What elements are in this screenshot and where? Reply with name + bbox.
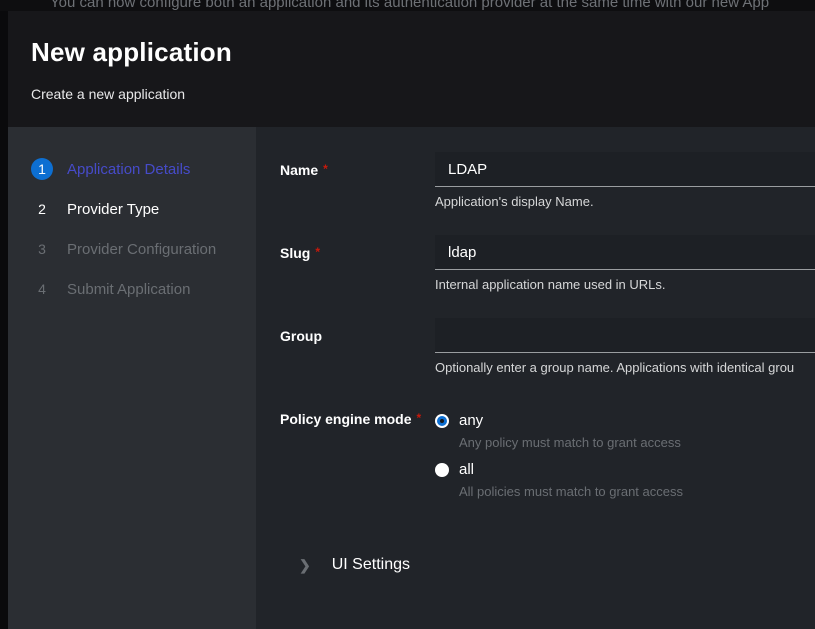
radio-any-label[interactable]: any (459, 412, 483, 429)
policy-engine-mode-options: any Any policy must match to grant acces… (435, 401, 815, 510)
application-details-form: Name * Application's display Name. Slug * … (256, 127, 815, 629)
name-input[interactable] (435, 152, 815, 187)
step-4-indicator: 4 (31, 278, 53, 300)
group-field-row: Group Optionally enter a group name. App… (280, 318, 815, 375)
group-input[interactable] (435, 318, 815, 353)
group-label: Group (280, 318, 435, 375)
slug-label-text: Slug (280, 245, 310, 261)
step-provider-type[interactable]: 2 Provider Type (8, 189, 256, 229)
policy-option-any: any Any policy must match to grant acces… (435, 412, 815, 450)
slug-label: Slug * (280, 235, 435, 292)
slug-required-asterisk: * (315, 245, 320, 259)
radio-any-line: any (435, 412, 815, 429)
group-help: Optionally enter a group name. Applicati… (435, 360, 815, 375)
slug-input[interactable] (435, 235, 815, 270)
step-3-label: Provider Configuration (67, 241, 216, 258)
slug-help: Internal application name used in URLs. (435, 277, 815, 292)
modal-header: New application Create a new application (8, 11, 815, 127)
name-field: Application's display Name. (435, 152, 815, 209)
step-submit-application: 4 Submit Application (8, 269, 256, 309)
name-label-text: Name (280, 162, 318, 178)
policy-option-all: all All policies must match to grant acc… (435, 461, 815, 499)
policy-required-asterisk: * (416, 411, 421, 425)
ui-settings-label: UI Settings (332, 556, 410, 574)
modal-body: 1 Application Details 2 Provider Type 3 … (8, 127, 815, 629)
group-label-text: Group (280, 328, 322, 344)
group-field: Optionally enter a group name. Applicati… (435, 318, 815, 375)
radio-all-line: all (435, 461, 815, 478)
step-3-indicator: 3 (31, 238, 53, 260)
step-2-indicator: 2 (31, 198, 53, 220)
page-subtitle: Create a new application (31, 86, 815, 102)
radio-all-help: All policies must match to grant access (459, 484, 815, 499)
radio-all[interactable] (435, 463, 449, 477)
name-required-asterisk: * (323, 162, 328, 176)
step-application-details[interactable]: 1 Application Details (8, 149, 256, 189)
wizard-step-nav: 1 Application Details 2 Provider Type 3 … (8, 127, 256, 629)
ui-settings-expander[interactable]: ❯ UI Settings (280, 556, 815, 574)
step-2-label: Provider Type (67, 201, 159, 218)
policy-engine-mode-row: Policy engine mode * any Any policy must … (280, 401, 815, 510)
notification-banner: You can now configure both an applicatio… (0, 0, 815, 11)
step-1-label: Application Details (67, 161, 190, 178)
slug-field-row: Slug * Internal application name used in … (280, 235, 815, 292)
new-application-modal: New application Create a new application… (8, 11, 815, 629)
radio-any-help: Any policy must match to grant access (459, 435, 815, 450)
chevron-right-icon[interactable]: ❯ (299, 557, 311, 574)
name-field-row: Name * Application's display Name. (280, 152, 815, 209)
step-provider-configuration: 3 Provider Configuration (8, 229, 256, 269)
radio-all-label[interactable]: all (459, 461, 474, 478)
radio-any[interactable] (435, 414, 449, 428)
name-label: Name * (280, 152, 435, 209)
policy-engine-mode-label-text: Policy engine mode (280, 411, 411, 427)
step-1-indicator: 1 (31, 158, 53, 180)
policy-engine-mode-label: Policy engine mode * (280, 401, 435, 510)
step-4-label: Submit Application (67, 281, 190, 298)
banner-text: You can now configure both an applicatio… (50, 0, 769, 11)
name-help: Application's display Name. (435, 194, 815, 209)
page-title: New application (31, 37, 815, 68)
slug-field: Internal application name used in URLs. (435, 235, 815, 292)
